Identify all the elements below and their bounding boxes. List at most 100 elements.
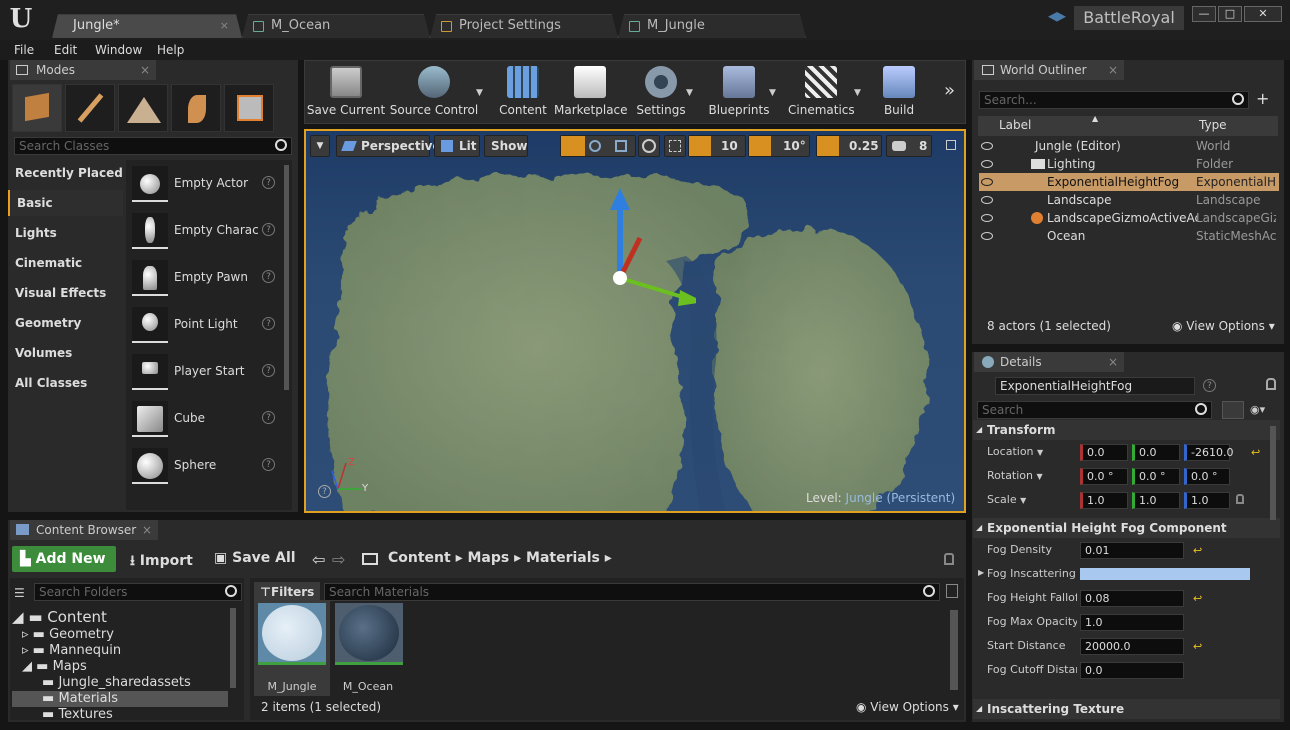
transform-section[interactable]: ◢ Transform — [973, 420, 1280, 440]
chevron-down-icon[interactable]: ▼ — [769, 88, 776, 98]
lit-button[interactable]: Lit — [434, 135, 480, 157]
landscape-mode-icon[interactable] — [118, 84, 168, 132]
lock-icon[interactable] — [1236, 494, 1244, 504]
tab-m-jungle[interactable]: M_Jungle — [618, 14, 806, 38]
column-type[interactable]: Type — [1199, 118, 1227, 132]
help-icon[interactable]: ? — [262, 317, 275, 330]
class-item-player-start[interactable]: Player Start? — [130, 352, 280, 392]
class-item-empty-pawn[interactable]: Empty Pawn? — [130, 258, 280, 298]
tab-jungle[interactable]: Jungle* × — [52, 14, 242, 38]
maximize-viewport-icon[interactable] — [946, 140, 956, 150]
folder-item-geometry[interactable]: ▹ ▬ Geometry — [22, 627, 114, 643]
search-materials-input[interactable]: Search Materials — [324, 583, 940, 601]
fog-cutoff-field[interactable]: 0.0 — [1080, 662, 1184, 679]
menu-file[interactable]: File — [14, 41, 34, 59]
category-lights[interactable]: Lights — [8, 220, 123, 246]
settings-button[interactable]: Settings — [632, 62, 690, 120]
content-browser-tab[interactable]: Content Browser × — [10, 520, 158, 540]
fog-density-field[interactable]: 0.01 — [1080, 542, 1184, 559]
chevron-down-icon[interactable]: ▼ — [476, 88, 483, 98]
class-item-sphere[interactable]: Sphere? — [130, 446, 280, 486]
rotation-y-field[interactable]: 0.0 ° — [1132, 468, 1180, 485]
category-volumes[interactable]: Volumes — [8, 340, 123, 366]
close-window-button[interactable]: ✕ — [1244, 6, 1282, 22]
tab-project-settings[interactable]: Project Settings — [430, 14, 618, 38]
fog-section[interactable]: ◢ Exponential Height Fog Component — [973, 518, 1280, 538]
category-recently-placed[interactable]: Recently Placed — [8, 160, 123, 186]
class-item-empty-character[interactable]: Empty Charac? — [130, 211, 280, 251]
outliner-row-selected[interactable]: ExponentialHeightFog ExponentialHei — [979, 173, 1279, 191]
menu-edit[interactable]: Edit — [54, 41, 77, 59]
lock-icon[interactable] — [1266, 378, 1276, 390]
world-space-button[interactable] — [638, 135, 660, 157]
outliner-row[interactable]: Jungle (Editor) World — [979, 137, 1279, 155]
help-icon[interactable]: ? — [262, 364, 275, 377]
close-icon[interactable]: × — [1108, 60, 1118, 80]
transform-gizmo-icon[interactable] — [576, 186, 696, 366]
scale-z-field[interactable]: 1.0 — [1184, 492, 1230, 509]
chevron-down-icon[interactable]: ▼ — [1037, 448, 1043, 457]
outliner-view-options[interactable]: ◉ View Options ▾ — [1172, 319, 1275, 333]
content-button[interactable]: Content — [496, 62, 550, 120]
class-item-cube[interactable]: Cube? — [130, 399, 280, 439]
breadcrumb-maps[interactable]: Maps — [468, 550, 510, 566]
marketplace-button[interactable]: Marketplace — [554, 62, 628, 120]
menu-help[interactable]: Help — [157, 41, 184, 59]
filters-button[interactable]: ⊤Filters ▾ — [254, 582, 320, 619]
outliner-row[interactable]: Landscape Landscape — [979, 191, 1279, 209]
place-mode-icon[interactable] — [12, 84, 62, 132]
close-icon[interactable]: × — [142, 520, 152, 540]
visibility-icon[interactable] — [981, 178, 993, 186]
folder-item-maps[interactable]: ◢ ▬ Maps — [22, 659, 87, 675]
class-list-scrollbar[interactable] — [284, 165, 289, 390]
reset-to-default-icon[interactable]: ↩ — [1193, 592, 1202, 605]
visibility-icon[interactable] — [981, 214, 993, 222]
show-button[interactable]: Show — [484, 135, 528, 157]
asset-view-scrollbar[interactable] — [950, 610, 958, 690]
help-icon[interactable]: ? — [262, 411, 275, 424]
inscattering-texture-section[interactable]: ◢ Inscattering Texture — [973, 699, 1280, 719]
help-icon[interactable]: ? — [1203, 379, 1216, 392]
category-all-classes[interactable]: All Classes — [8, 370, 123, 396]
search-folders-input[interactable]: Search Folders — [34, 583, 242, 601]
source-control-button[interactable]: Source Control — [389, 62, 479, 120]
rotation-z-field[interactable]: 0.0 ° — [1184, 468, 1230, 485]
outliner-search-input[interactable]: Search... — [979, 91, 1249, 109]
material-thumbnail[interactable] — [335, 603, 403, 665]
help-icon[interactable]: ? — [318, 485, 331, 498]
add-folder-icon[interactable]: + — [1256, 89, 1269, 108]
outliner-tab[interactable]: World Outliner × — [974, 60, 1124, 80]
location-x-field[interactable]: 0.0 — [1080, 444, 1128, 461]
fog-max-opacity-field[interactable]: 1.0 — [1080, 614, 1184, 631]
foliage-mode-icon[interactable] — [171, 84, 221, 132]
folder-item-jungle-sharedassets[interactable]: ▬ Jungle_sharedassets — [42, 675, 191, 691]
rotation-x-field[interactable]: 0.0 ° — [1080, 468, 1128, 485]
tab-m-ocean[interactable]: M_Ocean — [242, 14, 430, 38]
maximize-button[interactable]: □ — [1218, 6, 1242, 22]
menu-window[interactable]: Window — [95, 41, 142, 59]
paint-mode-icon[interactable] — [65, 84, 115, 132]
actor-name-input[interactable]: ExponentialHeightFog — [995, 377, 1195, 395]
translate-icon[interactable] — [561, 136, 585, 156]
chevron-down-icon[interactable]: ▼ — [686, 88, 693, 98]
minimize-button[interactable]: — — [1192, 6, 1216, 22]
close-icon[interactable]: × — [1108, 352, 1118, 372]
expand-icon[interactable]: ▶ — [978, 568, 984, 577]
material-thumbnail[interactable] — [258, 603, 326, 665]
close-icon[interactable]: × — [140, 60, 150, 80]
folder-item-content[interactable]: ◢ ▬ Content — [12, 609, 107, 627]
chevron-down-icon[interactable]: ▼ — [854, 88, 861, 98]
visibility-icon[interactable] — [981, 196, 993, 204]
breadcrumb-materials[interactable]: Materials — [526, 550, 600, 566]
add-new-button[interactable]: ▙ Add New ▾ — [12, 546, 116, 593]
category-visual-effects[interactable]: Visual Effects — [8, 280, 123, 306]
folder-item-textures[interactable]: ▬ Textures — [42, 707, 113, 723]
folder-item-mannequin[interactable]: ▹ ▬ Mannequin — [22, 643, 121, 659]
save-search-icon[interactable] — [946, 584, 958, 598]
outliner-row[interactable]: Lighting Folder — [979, 155, 1279, 173]
fog-height-falloff-field[interactable]: 0.08 — [1080, 590, 1184, 607]
cinematics-button[interactable]: Cinematics — [788, 62, 855, 120]
visibility-icon[interactable] — [981, 142, 993, 150]
property-matrix-icon[interactable] — [1222, 401, 1244, 419]
perspective-button[interactable]: Perspective — [336, 135, 441, 157]
